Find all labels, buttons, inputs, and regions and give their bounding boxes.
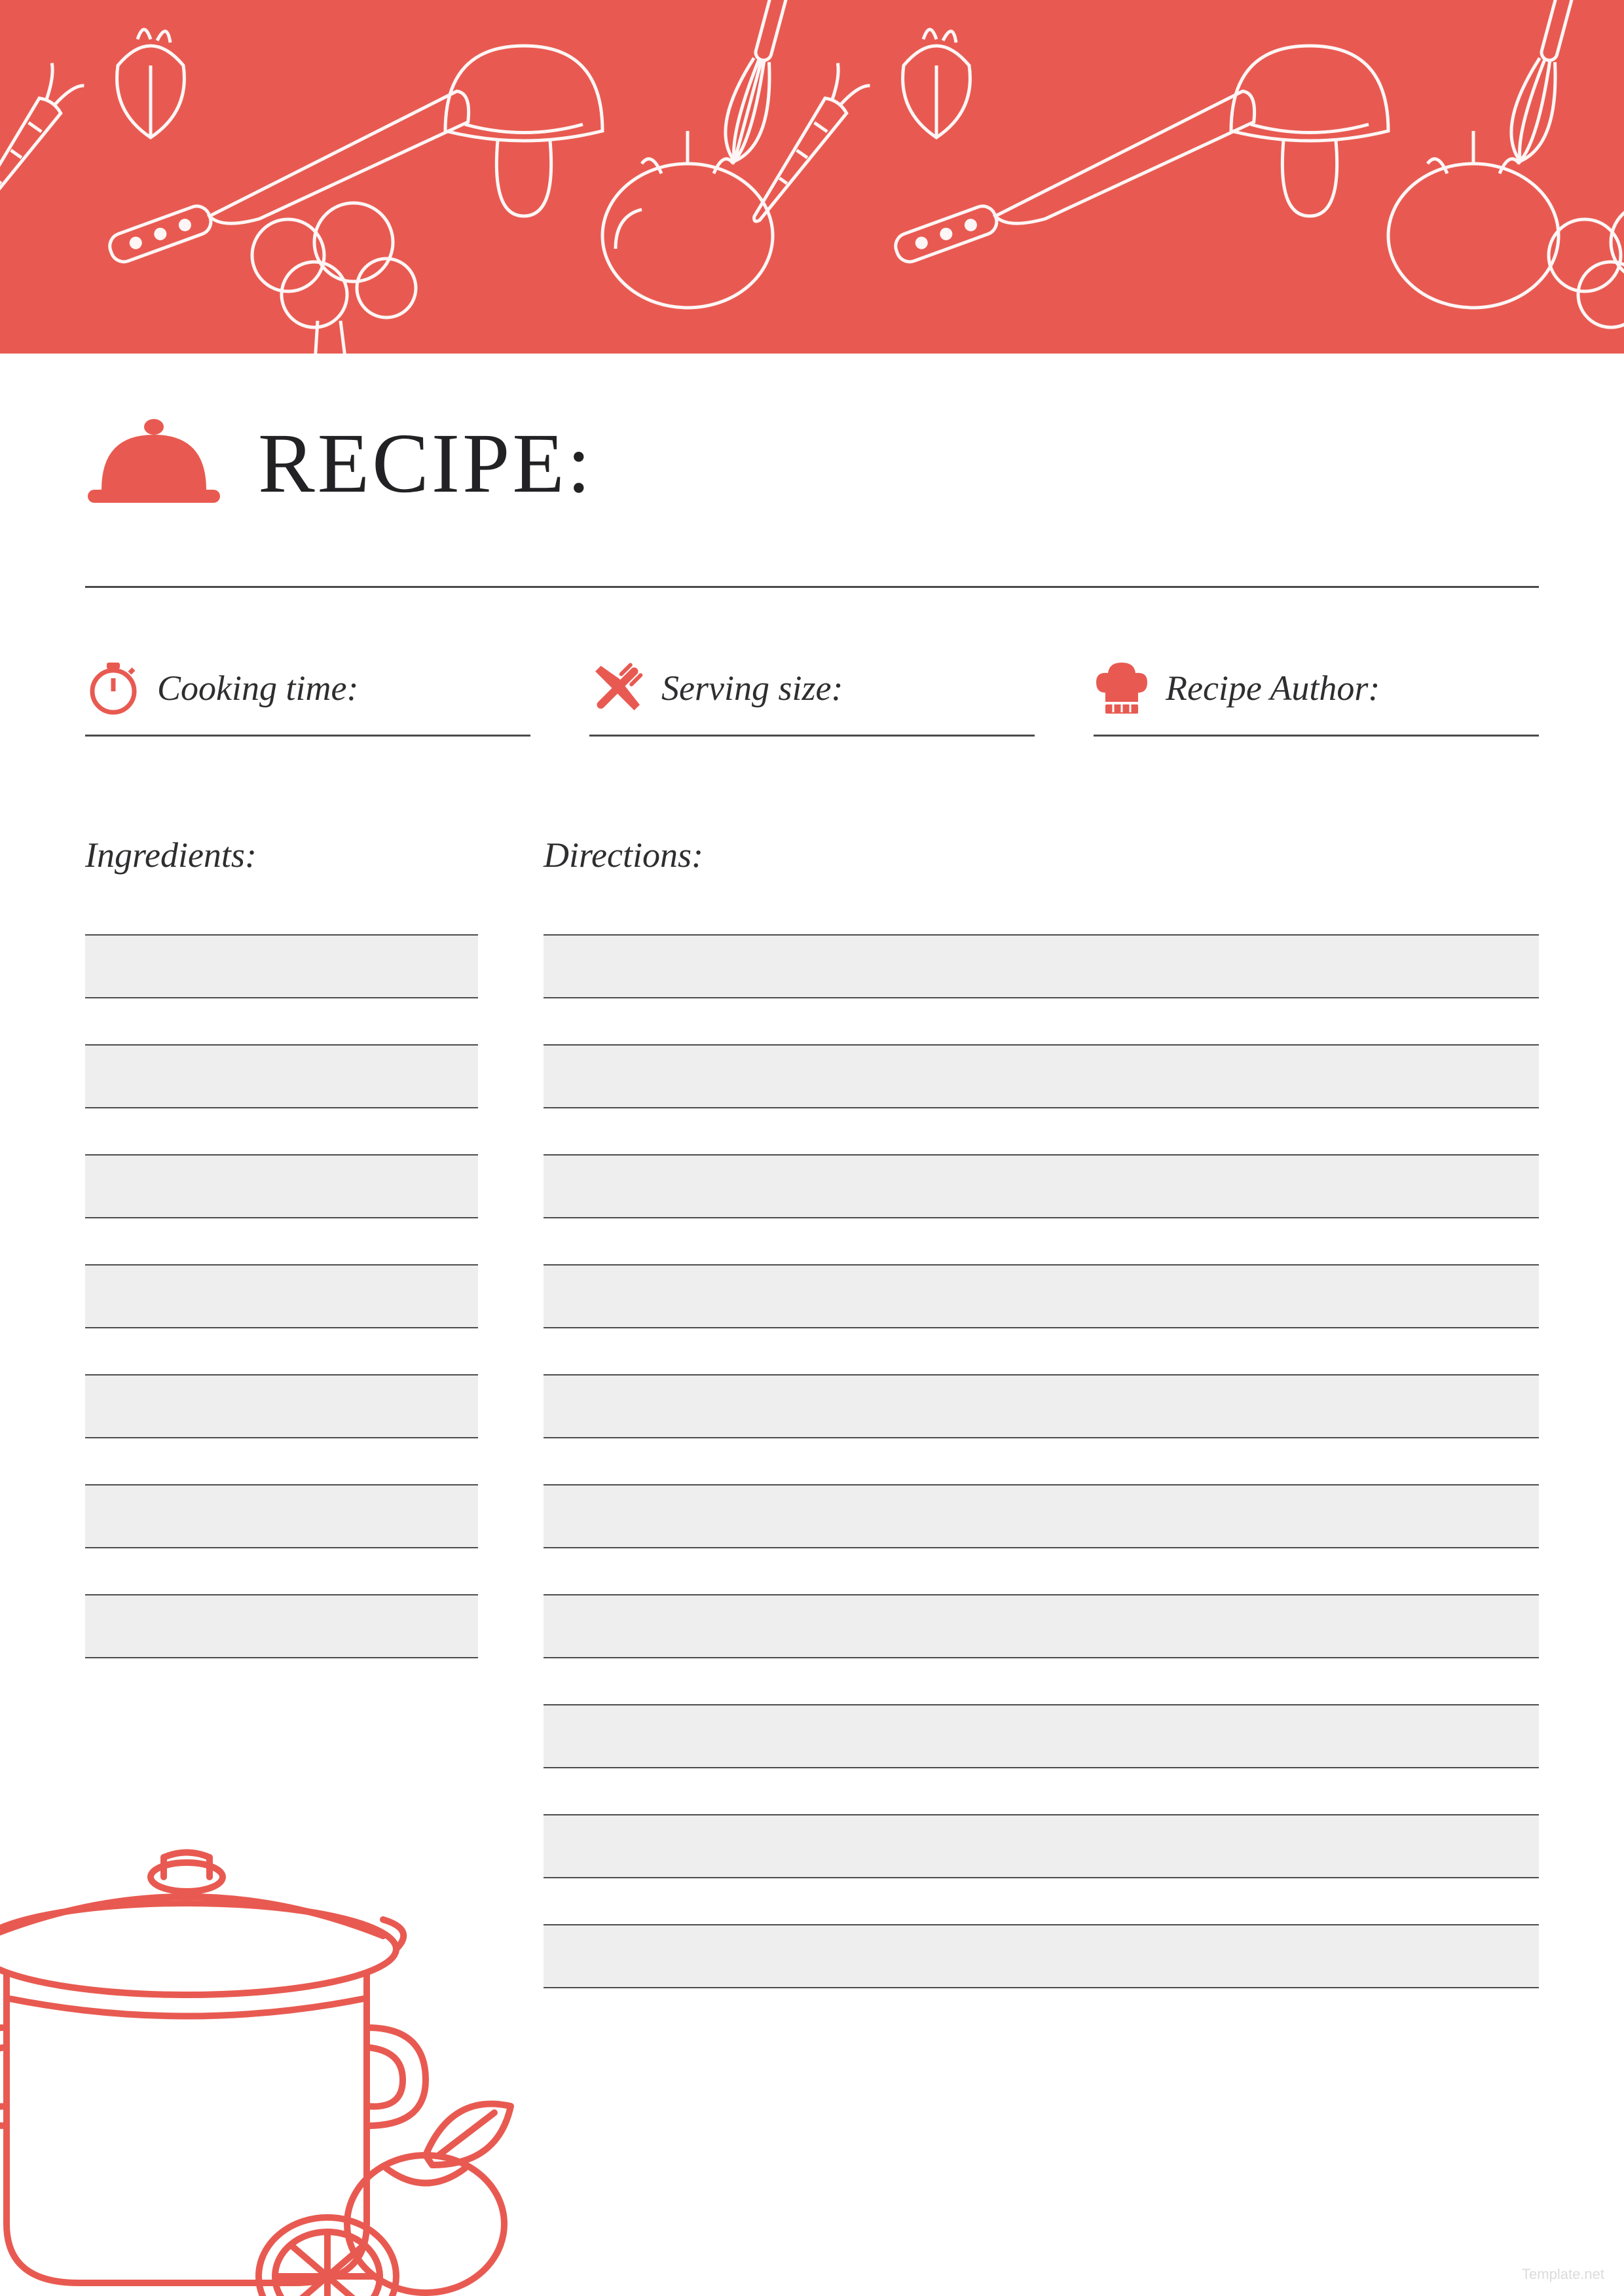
ingredient-line[interactable] — [85, 1264, 478, 1328]
direction-line[interactable] — [544, 1154, 1539, 1218]
title-divider — [85, 586, 1539, 588]
ingredient-line[interactable] — [85, 1154, 478, 1218]
stopwatch-icon — [85, 660, 141, 716]
serving-size-field[interactable]: Serving size: — [589, 660, 1035, 737]
recipe-author-label: Recipe Author: — [1166, 668, 1380, 708]
direction-line[interactable] — [544, 1924, 1539, 1988]
ingredient-line[interactable] — [85, 934, 478, 998]
columns: Ingredients: Directions: — [85, 835, 1539, 2034]
direction-line[interactable] — [544, 934, 1539, 998]
direction-line[interactable] — [544, 1814, 1539, 1878]
recipe-name-input[interactable] — [629, 422, 1539, 505]
header-illustration — [0, 0, 1624, 354]
chef-hat-icon — [1094, 660, 1150, 716]
directions-label: Directions: — [544, 835, 1539, 875]
recipe-author-line — [1094, 735, 1539, 737]
page-title: RECIPE: — [258, 414, 593, 513]
recipe-card-page: RECIPE: — [0, 0, 1624, 2296]
recipe-author-field[interactable]: Recipe Author: — [1094, 660, 1539, 737]
ingredient-line[interactable] — [85, 1484, 478, 1548]
ingredients-label: Ingredients: — [85, 835, 478, 875]
title-row: RECIPE: — [85, 412, 1539, 514]
ingredient-line[interactable] — [85, 1374, 478, 1438]
ingredient-line[interactable] — [85, 1044, 478, 1108]
cooking-time-field[interactable]: Cooking time: — [85, 660, 530, 737]
direction-line[interactable] — [544, 1594, 1539, 1658]
direction-line[interactable] — [544, 1374, 1539, 1438]
directions-column: Directions: — [544, 835, 1539, 2034]
cloche-icon — [85, 412, 223, 514]
serving-size-label: Serving size: — [661, 668, 843, 708]
direction-line[interactable] — [544, 1264, 1539, 1328]
serving-size-line — [589, 735, 1035, 737]
direction-line[interactable] — [544, 1044, 1539, 1108]
cooking-time-line — [85, 735, 530, 737]
ingredients-column: Ingredients: — [85, 835, 478, 2034]
content-area: RECIPE: — [0, 354, 1624, 2034]
direction-line[interactable] — [544, 1484, 1539, 1548]
cooking-time-label: Cooking time: — [157, 668, 358, 708]
direction-line[interactable] — [544, 1704, 1539, 1768]
meta-row: Cooking time: — [85, 660, 1539, 737]
fork-knife-icon — [589, 660, 646, 716]
header-banner — [0, 0, 1624, 354]
watermark: Template.net — [1522, 2266, 1604, 2283]
ingredient-line[interactable] — [85, 1594, 478, 1658]
